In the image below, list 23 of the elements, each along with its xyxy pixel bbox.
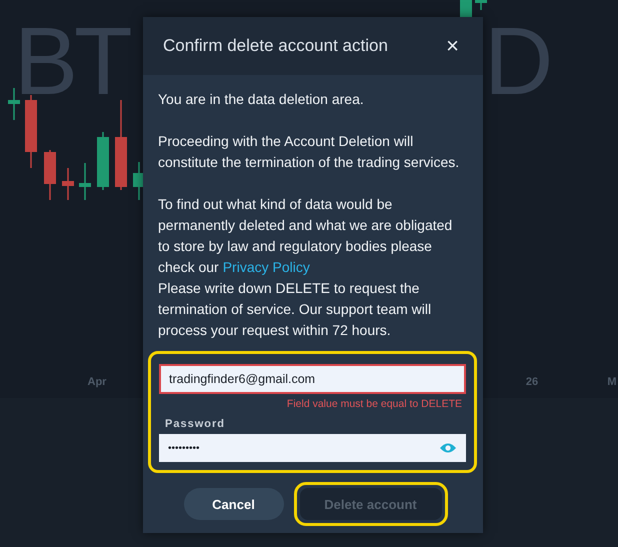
axis-label: M [607,376,617,388]
candle [475,0,487,10]
message-paragraph: Proceeding with the Account Deletion will constitute the termination of the trading services. [158,132,460,172]
password-label: Password [165,418,226,430]
axis-label: Apr [88,376,106,388]
candle [79,163,91,200]
eye-icon[interactable] [439,442,457,454]
candle [44,150,56,200]
privacy-policy-link[interactable]: Privacy Policy [222,259,310,275]
message-paragraph: You are in the data deletion area. [158,90,365,109]
candle [8,88,20,120]
dialog-title: Confirm delete account action [163,36,388,56]
close-button[interactable]: × [442,35,463,57]
instruction-text: Please write down DELETE to request the termination of service. Our support team will process your request within 72 hours. [158,279,432,340]
message-paragraph: To find out what kind of data would be permanently deleted and what we are obligated to store by law and regulatory bodies please check our Privacy Policy [158,195,454,277]
axis-label: 26 [526,376,538,388]
confirm-field[interactable]: tradingfinder6@gmail.com [159,364,466,394]
candle [460,0,472,17]
candle [62,168,74,200]
cancel-button[interactable]: Cancel [184,488,284,520]
password-field[interactable]: ••••••••• [159,434,466,462]
error-message: Field value must be equal to DELETE [286,398,462,410]
candle [97,132,109,190]
